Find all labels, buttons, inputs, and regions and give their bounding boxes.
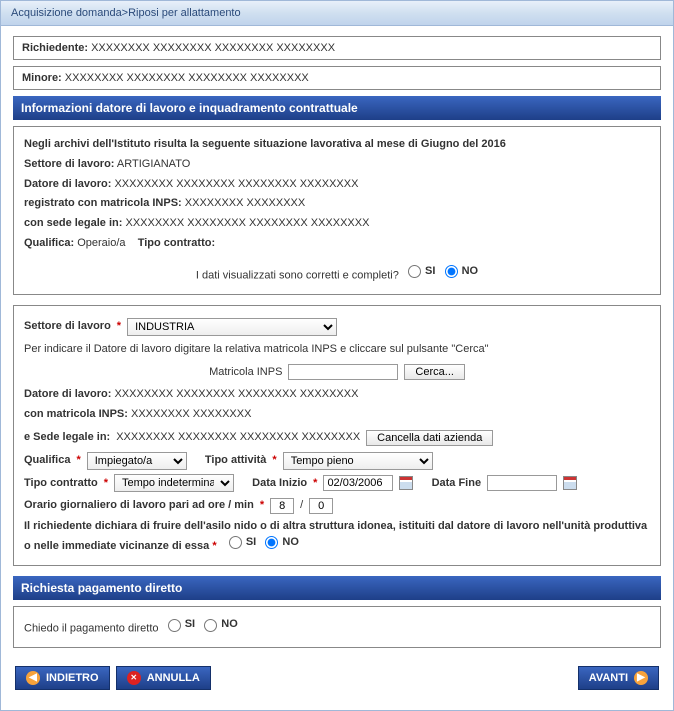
minore-value: XXXXXXXX XXXXXXXX XXXXXXXX XXXXXXXX — [65, 72, 309, 84]
close-icon — [127, 671, 141, 685]
form-helper: Per indicare il Datore di lavoro digitar… — [24, 340, 650, 360]
asilo-no-radio[interactable] — [265, 536, 278, 549]
calendar-icon[interactable] — [399, 476, 413, 490]
arch-settore-label: Settore di lavoro: — [24, 158, 114, 170]
datafine-input[interactable] — [487, 475, 557, 491]
pagamento-no-label: NO — [221, 615, 238, 635]
asilo-no-label: NO — [282, 535, 299, 550]
app-window: Acquisizione domanda>Riposi per allattam… — [0, 0, 674, 711]
asilo-text: Il richiedente dichiara di fruire dell'a… — [24, 520, 647, 552]
arch-datore-label: Datore di lavoro: — [24, 178, 111, 190]
confirm-si-radio[interactable] — [408, 265, 421, 278]
qualifica-label: Qualifica — [24, 451, 70, 471]
indietro-button[interactable]: INDIETRO — [15, 666, 110, 690]
datainizio-label: Data Inizio — [252, 474, 307, 494]
archivio-intro: Negli archivi dell'Istituto risulta la s… — [24, 138, 506, 150]
cerca-button[interactable]: Cerca... — [404, 364, 465, 380]
annulla-button[interactable]: ANNULLA — [116, 666, 211, 690]
confirm-row: I dati visualizzati sono corretti e comp… — [24, 262, 650, 286]
pagamento-si-label: SI — [185, 615, 195, 635]
settore-select[interactable]: INDUSTRIA — [127, 318, 337, 336]
pagamento-panel: Chiedo il pagamento diretto SI NO — [13, 606, 661, 648]
pagamento-label: Chiedo il pagamento diretto — [24, 623, 159, 635]
settore-label: Settore di lavoro — [24, 317, 111, 337]
asilo-si-label: SI — [246, 535, 256, 550]
pagamento-si-radio[interactable] — [168, 619, 181, 632]
confirm-question: I dati visualizzati sono corretti e comp… — [196, 269, 399, 281]
footer-buttons: INDIETRO ANNULLA AVANTI — [15, 666, 659, 690]
datafine-label: Data Fine — [432, 474, 482, 494]
confirm-no-label: NO — [462, 262, 479, 282]
form-datore-value: XXXXXXXX XXXXXXXX XXXXXXXX XXXXXXXX — [114, 388, 358, 400]
tipocontratto-select[interactable]: Tempo indeterminato — [114, 474, 234, 492]
arch-qualifica-label: Qualifica: — [24, 237, 74, 249]
matricola-label: Matricola INPS — [209, 363, 282, 383]
cancella-button[interactable]: Cancella dati azienda — [366, 430, 493, 446]
minore-label: Minore: — [22, 72, 62, 84]
form-datore-label: Datore di lavoro: — [24, 388, 111, 400]
orario-min-input[interactable] — [309, 498, 333, 514]
avanti-label: AVANTI — [589, 672, 628, 684]
orario-ore-input[interactable] — [270, 498, 294, 514]
form-sede-value: XXXXXXXX XXXXXXXX XXXXXXXX XXXXXXXX — [116, 428, 360, 448]
section-pagamento-header: Richiesta pagamento diretto — [13, 576, 661, 600]
calendar-icon[interactable] — [563, 476, 577, 490]
indietro-label: INDIETRO — [46, 672, 99, 684]
arch-registrato-label: registrato con matricola INPS: — [24, 197, 182, 209]
richiedente-label: Richiedente: — [22, 42, 88, 54]
archivio-panel: Negli archivi dell'Istituto risulta la s… — [13, 126, 661, 295]
matricola-input[interactable] — [288, 364, 398, 380]
orario-label: Orario giornaliero di lavoro pari ad ore… — [24, 496, 254, 516]
tipoattivita-select[interactable]: Tempo pieno — [283, 452, 433, 470]
form-conmatricola-value: XXXXXXXX XXXXXXXX — [131, 408, 251, 420]
arch-settore-value: ARTIGIANATO — [117, 158, 190, 170]
pagamento-no-radio[interactable] — [204, 619, 217, 632]
orario-sep: / — [300, 496, 303, 516]
form-conmatricola-label: con matricola INPS: — [24, 408, 128, 420]
content-area: Richiedente: XXXXXXXX XXXXXXXX XXXXXXXX … — [1, 26, 673, 710]
arch-qualifica-value: Operaio/a — [77, 237, 125, 249]
arch-tipocontratto-label: Tipo contratto: — [138, 237, 215, 249]
richiedente-value: XXXXXXXX XXXXXXXX XXXXXXXX XXXXXXXX — [91, 42, 335, 54]
arch-sede-label: con sede legale in: — [24, 217, 122, 229]
confirm-si-label: SI — [425, 262, 435, 282]
arch-sede-value: XXXXXXXX XXXXXXXX XXXXXXXX XXXXXXXX — [125, 217, 369, 229]
qualifica-select[interactable]: Impiegato/a — [87, 452, 187, 470]
form-sede-label: e Sede legale in: — [24, 428, 110, 448]
arch-registrato-value: XXXXXXXX XXXXXXXX — [185, 197, 305, 209]
form-panel: Settore di lavoro * INDUSTRIA Per indicar… — [13, 305, 661, 566]
arch-datore-value: XXXXXXXX XXXXXXXX XXXXXXXX XXXXXXXX — [114, 178, 358, 190]
richiedente-box: Richiedente: XXXXXXXX XXXXXXXX XXXXXXXX … — [13, 36, 661, 60]
avanti-button[interactable]: AVANTI — [578, 666, 659, 690]
tipoattivita-label: Tipo attività — [205, 451, 267, 471]
minore-box: Minore: XXXXXXXX XXXXXXXX XXXXXXXX XXXXX… — [13, 66, 661, 90]
window-titlebar: Acquisizione domanda>Riposi per allattam… — [1, 1, 673, 26]
tipocontratto-label: Tipo contratto — [24, 474, 98, 494]
section-datore-header: Informazioni datore di lavoro e inquadra… — [13, 96, 661, 120]
arrow-right-icon — [634, 671, 648, 685]
required-marker: * — [117, 317, 121, 337]
datainizio-input[interactable] — [323, 475, 393, 491]
arrow-left-icon — [26, 671, 40, 685]
annulla-label: ANNULLA — [147, 672, 200, 684]
confirm-no-radio[interactable] — [445, 265, 458, 278]
asilo-si-radio[interactable] — [229, 536, 242, 549]
